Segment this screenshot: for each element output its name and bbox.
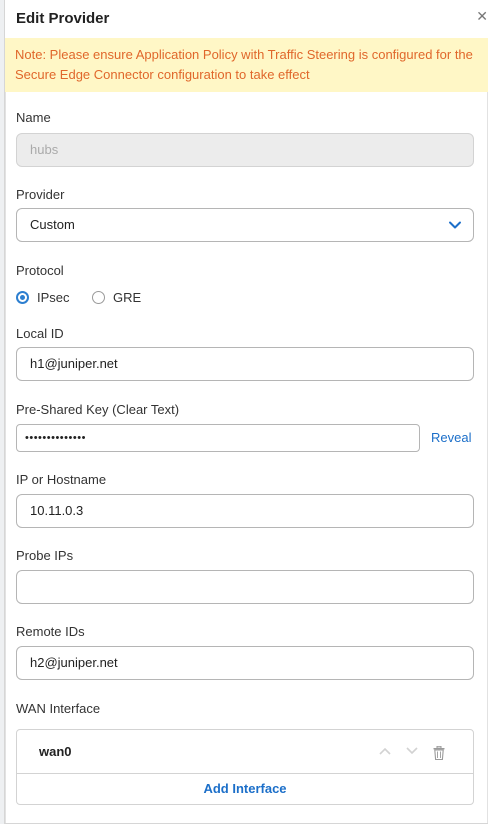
provider-select-value: Custom xyxy=(30,217,75,232)
ip-hostname-field[interactable]: 10.11.0.3 xyxy=(16,494,474,528)
wan-interface-label: WAN Interface xyxy=(16,701,101,716)
move-up-icon[interactable] xyxy=(379,747,391,755)
wan-interface-list: wan0 Add Interface xyxy=(16,729,474,805)
protocol-radio-ipsec[interactable]: IPsec xyxy=(16,290,70,305)
protocol-radio-gre[interactable]: GRE xyxy=(92,290,141,305)
remote-ids-label: Remote IDs xyxy=(16,624,85,639)
notice-banner: Note: Please ensure Application Policy w… xyxy=(5,38,488,92)
name-field: hubs xyxy=(16,133,474,167)
provider-select[interactable]: Custom xyxy=(16,208,474,242)
psk-field[interactable]: •••••••••••••• xyxy=(16,424,420,452)
protocol-option-gre-label: GRE xyxy=(113,290,142,305)
edit-provider-dialog: Edit Provider ✕ Note: Please ensure Appl… xyxy=(4,0,488,824)
name-label: Name xyxy=(16,110,51,125)
local-id-field[interactable]: h1@juniper.net xyxy=(16,347,474,381)
close-icon[interactable]: ✕ xyxy=(476,9,488,23)
wan-interface-row: wan0 xyxy=(17,730,473,774)
protocol-option-ipsec-label: IPsec xyxy=(37,290,70,305)
remote-ids-field[interactable]: h2@juniper.net xyxy=(16,646,474,680)
ip-hostname-label: IP or Hostname xyxy=(16,472,107,487)
dialog-header: Edit Provider ✕ xyxy=(5,0,488,38)
local-id-label: Local ID xyxy=(16,326,64,341)
wan-interface-name: wan0 xyxy=(39,744,72,759)
move-down-icon[interactable] xyxy=(406,747,418,755)
dialog-title: Edit Provider xyxy=(16,10,110,27)
radio-selected-icon xyxy=(16,291,29,304)
radio-unselected-icon xyxy=(92,291,105,304)
psk-label: Pre-Shared Key (Clear Text) xyxy=(16,402,180,417)
probe-ips-label: Probe IPs xyxy=(16,548,74,563)
trash-icon[interactable] xyxy=(433,746,445,760)
reveal-link[interactable]: Reveal xyxy=(431,430,471,445)
protocol-label: Protocol xyxy=(16,263,64,278)
chevron-down-icon[interactable] xyxy=(448,218,462,232)
provider-label: Provider xyxy=(16,187,65,202)
add-interface-button[interactable]: Add Interface xyxy=(17,781,473,796)
probe-ips-field[interactable] xyxy=(16,570,474,604)
